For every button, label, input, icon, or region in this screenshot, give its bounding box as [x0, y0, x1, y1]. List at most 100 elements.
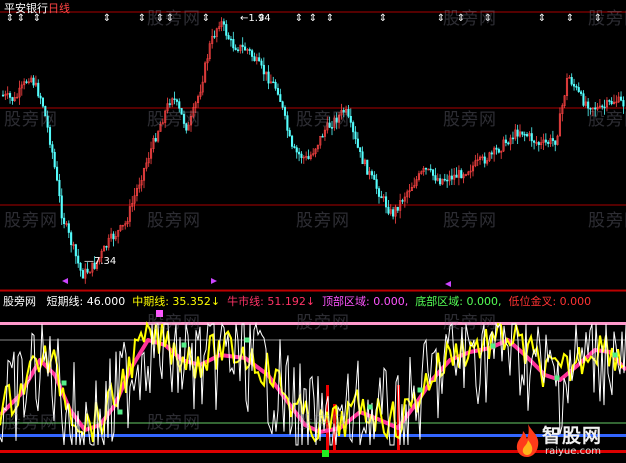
candle-body [544, 139, 547, 143]
bottom-signal-marker [322, 450, 329, 457]
chart-stage[interactable]: ⇕ ⇕ ⇕ ⇕ ⇕ ⇕ ⇕ ⇕ ⇕ ⇕ ⇕ ⇕ ⇕ ⇕ ⇕ ⇕ ⇕ ⇕ ⇕ 平安银行日线 ←1.94 —7.34 股… [0, 0, 626, 463]
candle-body [349, 116, 352, 123]
indicator-item: 低位金叉: 0.000 [508, 295, 592, 308]
candle-body [293, 146, 296, 148]
candle-body [74, 244, 77, 257]
candle-body [222, 21, 225, 25]
watermark-text: 股旁网 [443, 110, 497, 130]
candle-body [483, 156, 486, 164]
candle-body [424, 168, 428, 170]
candle-body [396, 206, 399, 211]
candle-body [25, 81, 28, 83]
candle-body [70, 232, 73, 246]
candle-body [272, 81, 275, 84]
watermark-text: 股旁网 [296, 413, 350, 433]
candle-body [234, 47, 237, 51]
signal-marker: ⇕ [309, 13, 317, 24]
candle-body [608, 100, 611, 102]
candle-body [516, 129, 519, 137]
candle-body [490, 152, 493, 155]
candle-body [570, 77, 573, 85]
watermark-text: 股旁网 [443, 9, 497, 29]
watermark-text: 股旁网 [588, 110, 626, 130]
candle-body [551, 138, 554, 141]
signal-marker: ⇕ [326, 13, 334, 24]
candle-body [288, 130, 291, 137]
watermark-text: 股旁网 [147, 313, 201, 333]
candle-body [385, 196, 388, 208]
candle-body [39, 95, 42, 99]
candle-body [359, 147, 362, 152]
candle-body [537, 142, 540, 146]
candle-body [79, 262, 82, 271]
candle-body [251, 50, 254, 57]
low-price-label: —7.34 [84, 256, 117, 267]
candle-body [533, 140, 536, 143]
watermark-text: 股旁网 [296, 110, 350, 130]
candle-body [295, 147, 298, 153]
candle-body [356, 138, 359, 148]
candle-body [283, 107, 287, 116]
chart-canvas[interactable]: ⇕ ⇕ ⇕ ⇕ ⇕ ⇕ ⇕ ⇕ ⇕ ⇕ ⇕ ⇕ ⇕ ⇕ ⇕ ⇕ ⇕ ⇕ ⇕ [0, 0, 626, 463]
candle-body [577, 87, 580, 93]
candle-body [392, 209, 395, 217]
signal-marker: ⇕ [138, 13, 146, 24]
candle-body [446, 179, 449, 182]
candle-body [51, 144, 54, 153]
watermark-text: 股旁网 [147, 110, 201, 130]
logo-url: raiyue.com [545, 446, 601, 457]
candle-body [281, 101, 284, 108]
candle-body [530, 133, 533, 142]
indicator-item: 顶部区域: 0.000, [322, 295, 409, 308]
candle-body [173, 98, 176, 100]
candle-body [236, 49, 240, 52]
candle-body [373, 174, 376, 180]
candle-body [267, 71, 270, 84]
candle-body [573, 84, 576, 87]
candle-body [248, 49, 251, 51]
candle-body [439, 178, 442, 185]
candle-body [507, 142, 510, 145]
candle-body [523, 134, 526, 136]
candle-body [86, 268, 89, 273]
candle-body [575, 85, 578, 88]
candle-body [225, 24, 228, 36]
price-candles [1, 17, 625, 284]
signal-marker: ⇕ [202, 13, 210, 24]
candle-body [307, 156, 310, 159]
candle-body [370, 171, 373, 176]
watermark-text: 股旁网 [588, 9, 626, 29]
candle-body [432, 169, 435, 176]
cross-marker [554, 375, 560, 381]
candle-body [291, 135, 294, 147]
signal-marker: ⇕ [538, 13, 546, 24]
logo-text: 智股网 [542, 425, 603, 447]
candle-body [244, 46, 247, 51]
candle-body [81, 270, 84, 279]
candle-body [88, 271, 92, 274]
candle-body [580, 91, 583, 94]
candle-body [253, 56, 256, 62]
watermark-text: 股旁网 [147, 211, 201, 231]
candle-body [620, 96, 623, 101]
candle-body [286, 115, 289, 131]
candle-body [521, 131, 524, 135]
candle-body [67, 223, 70, 233]
cross-marker [117, 409, 123, 415]
range-marker [445, 281, 451, 287]
candle-body [32, 77, 35, 86]
signal-marker: ⇕ [566, 13, 574, 24]
signal-marker: ⇕ [379, 13, 387, 24]
candle-body [112, 233, 115, 240]
candle-body [241, 44, 244, 48]
candle-body [511, 137, 515, 140]
candle-body [1, 94, 5, 97]
candle-body [213, 35, 216, 38]
candle-body [9, 93, 12, 98]
candle-body [610, 101, 613, 105]
candle-body [455, 174, 458, 178]
indicator-name: 股旁网 [3, 295, 36, 308]
high-price-label: ←1.94 [240, 13, 271, 24]
signal-markers: ⇕ ⇕ ⇕ ⇕ ⇕ ⇕ ⇕ ⇕ ⇕ ⇕ ⇕ ⇕ ⇕ ⇕ ⇕ ⇕ ⇕ ⇕ ⇕ [6, 13, 602, 287]
candle-body [298, 151, 301, 155]
